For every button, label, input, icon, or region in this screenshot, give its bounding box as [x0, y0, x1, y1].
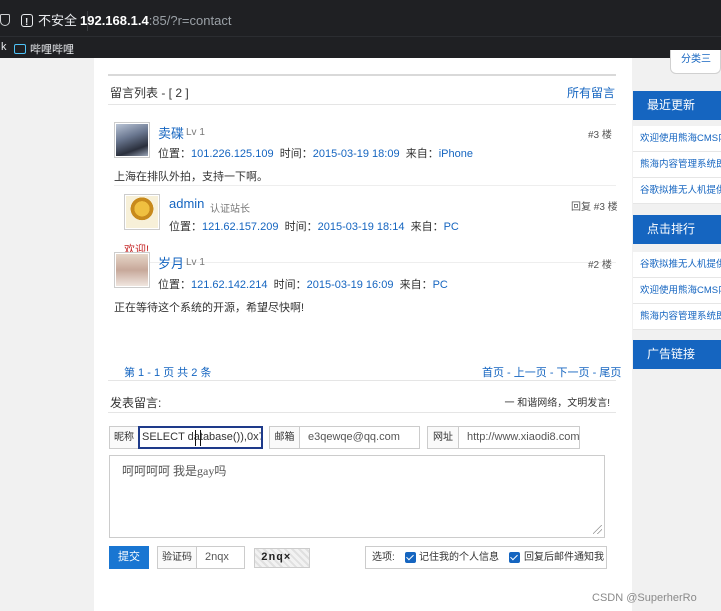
url-path: :85/?r=contact	[148, 13, 232, 28]
captcha-image[interactable]: 2nq×	[254, 548, 310, 568]
user-level: Lv 1	[186, 127, 205, 138]
comment-list-title: 留言列表 - [ 2 ]	[110, 86, 189, 100]
comment-author[interactable]: 卖碟	[158, 123, 184, 142]
reply-author[interactable]: admin	[169, 196, 204, 211]
user-level: 认证站长	[210, 204, 250, 215]
captcha-label: 验证码	[157, 546, 197, 569]
recent-item[interactable]: 熊海内容管理系统即	[633, 152, 721, 178]
email-label: 邮箱	[269, 426, 300, 449]
ranking-list: 谷歌拟推无人机提供 欢迎使用熊海CMS内 熊海内容管理系统即	[633, 252, 721, 330]
remember-checkbox[interactable]	[405, 552, 416, 563]
ranking-item[interactable]: 欢迎使用熊海CMS内	[633, 278, 721, 304]
divider	[114, 185, 616, 186]
url-field[interactable]: 192.168.1.4:85/?r=contact	[80, 11, 231, 31]
notify-label[interactable]: 回复后邮件通知我	[524, 547, 604, 568]
comment-meta: 位置：101.226.125.109 时间：2015-03-19 18:09 来…	[158, 148, 473, 160]
avatar	[114, 122, 150, 158]
submit-button[interactable]: 提交	[109, 546, 149, 569]
all-comments-link[interactable]: 所有留言	[567, 84, 615, 101]
post-form-title: 发表留言:	[110, 396, 162, 410]
website-label: 网址	[427, 426, 459, 449]
options-label: 选项:	[372, 552, 395, 563]
ranking-header: 点击排行	[633, 215, 721, 244]
floor-number: #3 楼	[588, 130, 612, 141]
address-bar: 不安全 192.168.1.4:85/?r=contact	[0, 0, 721, 36]
pager-info: 第 1 - 1 页 共 2 条	[124, 367, 212, 379]
reply-meta: 位置：121.62.157.209 时间：2015-03-19 18:14 来自…	[169, 221, 459, 233]
comment-author[interactable]: 岁月	[158, 253, 184, 272]
divider	[108, 380, 616, 381]
recent-updates-list: 欢迎使用熊海CMS内 熊海内容管理系统即 谷歌拟推无人机提供	[633, 126, 721, 204]
email-input[interactable]: e3qewqe@qq.com	[299, 426, 420, 449]
not-secure-icon	[21, 13, 33, 33]
category-button[interactable]: 分类三	[670, 50, 721, 74]
reply-floor-number: 回复 #3 楼	[571, 202, 618, 213]
comment-meta: 位置：121.62.142.214 时间：2015-03-19 16:09 来自…	[158, 279, 448, 291]
ranking-item[interactable]: 谷歌拟推无人机提供	[633, 252, 721, 278]
divider	[108, 412, 616, 413]
bookmark-bilibili-label: 哔哩哔哩	[30, 44, 74, 56]
captcha-input[interactable]: 2nqx	[196, 546, 245, 569]
website-input[interactable]: http://www.xiaodi8.com	[458, 426, 580, 449]
ranking-item[interactable]: 熊海内容管理系统即	[633, 304, 721, 330]
avatar	[114, 252, 150, 288]
comment-content: 上海在排队外拍，支持一下啊。	[114, 171, 268, 183]
resize-handle-icon[interactable]	[593, 525, 602, 534]
options-group: 选项: 记住我的个人信息 回复后邮件通知我	[365, 546, 607, 569]
recent-updates-header: 最近更新	[633, 91, 721, 120]
recent-item[interactable]: 谷歌拟推无人机提供	[633, 178, 721, 204]
divider	[108, 74, 616, 76]
divider	[108, 104, 616, 105]
message-textarea[interactable]: 呵呵呵呵 我是gay吗	[109, 455, 605, 538]
ads-header: 广告链接	[633, 340, 721, 369]
watermark: CSDN @SuperherRo	[592, 592, 697, 604]
url-host: 192.168.1.4	[80, 13, 149, 28]
floor-number: #2 楼	[588, 260, 612, 271]
bilibili-icon	[14, 44, 26, 54]
notify-checkbox[interactable]	[509, 552, 520, 563]
bookmark-bilibili[interactable]: 哔哩哔哩	[14, 41, 74, 57]
comment-content: 正在等待这个系统的开源，希望尽快啊!	[114, 302, 305, 314]
bookmark-truncated[interactable]: k	[1, 41, 7, 53]
nickname-label: 昵称	[109, 426, 139, 449]
shield-icon[interactable]	[0, 14, 10, 26]
site-security-indicator[interactable]: 不安全	[15, 11, 89, 33]
text-cursor	[195, 430, 201, 446]
recent-item[interactable]: 欢迎使用熊海CMS内	[633, 126, 721, 152]
bookmarks-bar: k 哔哩哔哩	[0, 36, 721, 58]
post-form-hint: 一 和谐网络，文明发言!	[504, 398, 610, 409]
pager-links[interactable]: 首页 - 上一页 - 下一页 - 尾页	[482, 364, 621, 380]
remember-label[interactable]: 记住我的个人信息	[419, 547, 499, 568]
avatar	[124, 194, 160, 230]
user-level: Lv 1	[186, 257, 205, 268]
security-label: 不安全	[38, 13, 78, 28]
